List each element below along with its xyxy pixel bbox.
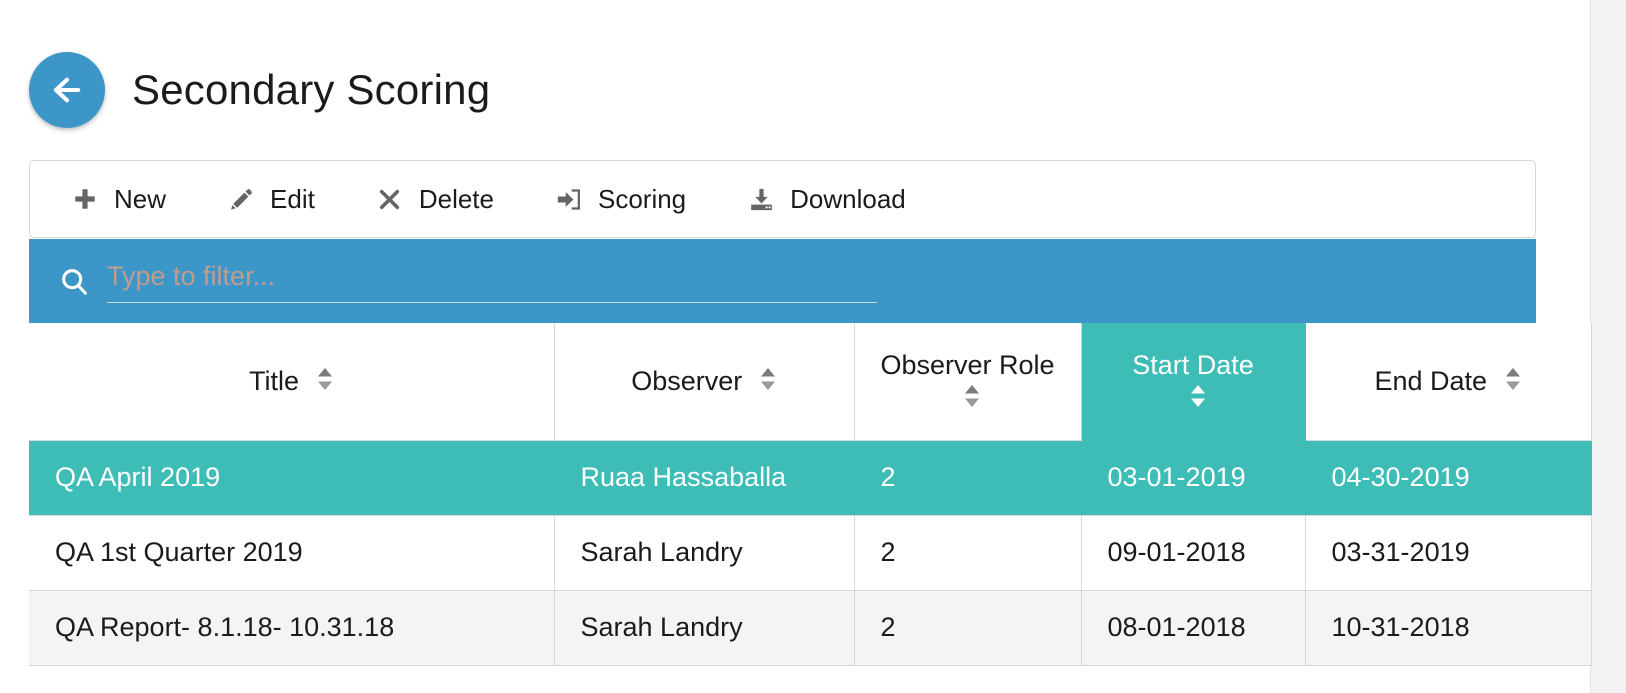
- download-button[interactable]: Download: [746, 161, 906, 237]
- delete-button[interactable]: Delete: [375, 161, 494, 237]
- times-icon: [375, 184, 405, 214]
- cell-end-date: 03-31-2019: [1304, 514, 1592, 591]
- cell-observer: Ruaa Hassaballa: [553, 439, 855, 516]
- column-header-title-label: Title: [248, 365, 299, 396]
- column-header-observer-label: Observer: [631, 365, 743, 396]
- page-title: Secondary Scoring: [132, 66, 491, 113]
- cell-start-date: 08-01-2018: [1080, 589, 1306, 666]
- sort-updown-icon[interactable]: [1189, 383, 1207, 409]
- cell-end-date: 04-30-2019: [1304, 439, 1592, 516]
- delete-button-label: Delete: [418, 183, 494, 214]
- table-row[interactable]: QA Report- 8.1.18- 10.31.18 Sarah Landry…: [29, 589, 1592, 666]
- column-header-observer[interactable]: Observer: [553, 323, 855, 441]
- scoring-button-label: Scoring: [597, 183, 687, 214]
- cell-observer-role: 2: [853, 589, 1082, 666]
- filter-bar: [29, 239, 1536, 323]
- table-body: QA April 2019 Ruaa Hassaballa 2 03-01-20…: [29, 439, 1592, 666]
- pencil-icon: [226, 184, 256, 214]
- new-button-label: New: [114, 183, 167, 214]
- page-header: Secondary Scoring: [29, 52, 490, 128]
- filter-input[interactable]: [107, 259, 877, 303]
- cell-end-date: 10-31-2018: [1304, 589, 1592, 666]
- sort-updown-icon[interactable]: [963, 383, 981, 409]
- cell-title: QA Report- 8.1.18- 10.31.18: [29, 589, 555, 666]
- action-toolbar: New Edit Delete Scoring Download: [29, 160, 1536, 238]
- column-header-end-date-label: End Date: [1374, 365, 1488, 396]
- column-header-end-date[interactable]: End Date: [1304, 323, 1592, 441]
- sort-updown-icon[interactable]: [759, 366, 777, 392]
- records-table: Title Observer Observer Role Start Date …: [29, 323, 1592, 666]
- table-row[interactable]: QA 1st Quarter 2019 Sarah Landry 2 09-01…: [29, 514, 1592, 591]
- table-row[interactable]: QA April 2019 Ruaa Hassaballa 2 03-01-20…: [29, 439, 1592, 516]
- scoring-button[interactable]: Scoring: [554, 161, 686, 237]
- cell-start-date: 03-01-2019: [1080, 439, 1306, 516]
- cell-observer-role: 2: [853, 514, 1082, 591]
- edit-button[interactable]: Edit: [226, 161, 315, 237]
- sort-updown-icon[interactable]: [316, 366, 334, 392]
- table-header: Title Observer Observer Role Start Date …: [29, 323, 1592, 441]
- column-header-start-date[interactable]: Start Date: [1080, 323, 1306, 441]
- sign-in-icon: [554, 184, 584, 214]
- cell-observer: Sarah Landry: [553, 514, 855, 591]
- cell-title: QA April 2019: [29, 439, 555, 516]
- download-tray-icon: [746, 184, 776, 214]
- sort-updown-icon[interactable]: [1504, 366, 1522, 392]
- new-button[interactable]: New: [70, 161, 166, 237]
- cell-observer-role: 2: [853, 439, 1082, 516]
- column-header-observer-role-label: Observer Role: [880, 350, 1055, 381]
- arrow-left-icon: [48, 71, 86, 109]
- page-right-gutter: [1592, 0, 1626, 693]
- column-header-start-date-label: Start Date: [1132, 350, 1254, 381]
- plus-icon: [70, 184, 100, 214]
- content-canvas: Secondary Scoring New Edit Delete Scorin…: [0, 0, 1592, 693]
- page-root: Secondary Scoring New Edit Delete Scorin…: [0, 0, 1626, 693]
- edit-button-label: Edit: [270, 183, 315, 214]
- search-icon: [57, 264, 91, 298]
- column-header-title[interactable]: Title: [29, 323, 555, 441]
- cell-observer: Sarah Landry: [553, 589, 855, 666]
- download-button-label: Download: [790, 183, 906, 214]
- back-button[interactable]: [29, 52, 105, 128]
- column-header-observer-role[interactable]: Observer Role: [853, 323, 1082, 441]
- cell-title: QA 1st Quarter 2019: [29, 514, 555, 591]
- table-header-row: Title Observer Observer Role Start Date …: [29, 323, 1592, 441]
- cell-start-date: 09-01-2018: [1080, 514, 1306, 591]
